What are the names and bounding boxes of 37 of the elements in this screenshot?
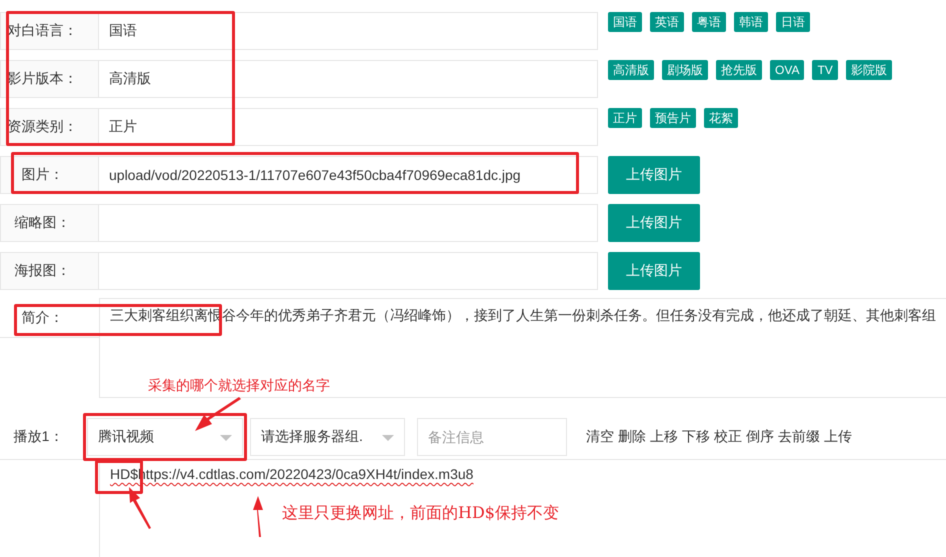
tag-button[interactable]: 高清版 xyxy=(608,60,654,80)
tag-button[interactable]: 影院版 xyxy=(846,60,892,80)
tag-button[interactable]: 剧场版 xyxy=(662,60,708,80)
upload-button[interactable]: 上传图片 xyxy=(608,156,700,194)
tag-button[interactable]: 花絮 xyxy=(704,108,738,128)
action-link[interactable]: 校正 xyxy=(714,428,742,446)
tag-button[interactable]: 韩语 xyxy=(734,12,768,32)
tag-button[interactable]: 正片 xyxy=(608,108,642,128)
action-link[interactable]: 删除 xyxy=(618,428,646,446)
field-label: 简介： xyxy=(0,298,99,338)
caret-icon xyxy=(382,435,394,441)
server-select[interactable]: 请选择服务器组. xyxy=(250,418,405,456)
action-link[interactable]: 倒序 xyxy=(746,428,774,446)
upload-button[interactable]: 上传图片 xyxy=(608,252,700,290)
action-link[interactable]: 下移 xyxy=(682,428,710,446)
tag-button[interactable]: OVA xyxy=(770,60,804,80)
tag-button[interactable]: 英语 xyxy=(650,12,684,32)
arrow xyxy=(195,397,241,431)
annotation-note: 这里只更换网址，前面的HD$保持不变 xyxy=(282,503,559,524)
action-link[interactable]: 上传 xyxy=(824,428,852,446)
tag-button[interactable]: 日语 xyxy=(776,12,810,32)
annotation-note: 采集的哪个就选择对应的名字 xyxy=(148,377,330,395)
upload-button[interactable]: 上传图片 xyxy=(608,204,700,242)
tag-button[interactable]: 预告片 xyxy=(650,108,696,128)
arrow xyxy=(253,496,263,537)
player-select[interactable]: 腾讯视频 xyxy=(87,418,243,456)
action-link[interactable]: 去前缀 xyxy=(778,428,820,446)
caret-icon xyxy=(220,435,232,441)
tag-button[interactable]: 抢先版 xyxy=(716,60,762,80)
action-link[interactable]: 上移 xyxy=(650,428,678,446)
note-field[interactable]: 备注信息 xyxy=(417,418,567,456)
tag-button[interactable]: 粤语 xyxy=(692,12,726,32)
field-label: 播放1： xyxy=(12,428,64,446)
tag-button[interactable]: 国语 xyxy=(608,12,642,32)
arrow xyxy=(129,487,151,529)
tag-button[interactable]: TV xyxy=(812,60,838,80)
action-link[interactable]: 清空 xyxy=(586,428,614,446)
